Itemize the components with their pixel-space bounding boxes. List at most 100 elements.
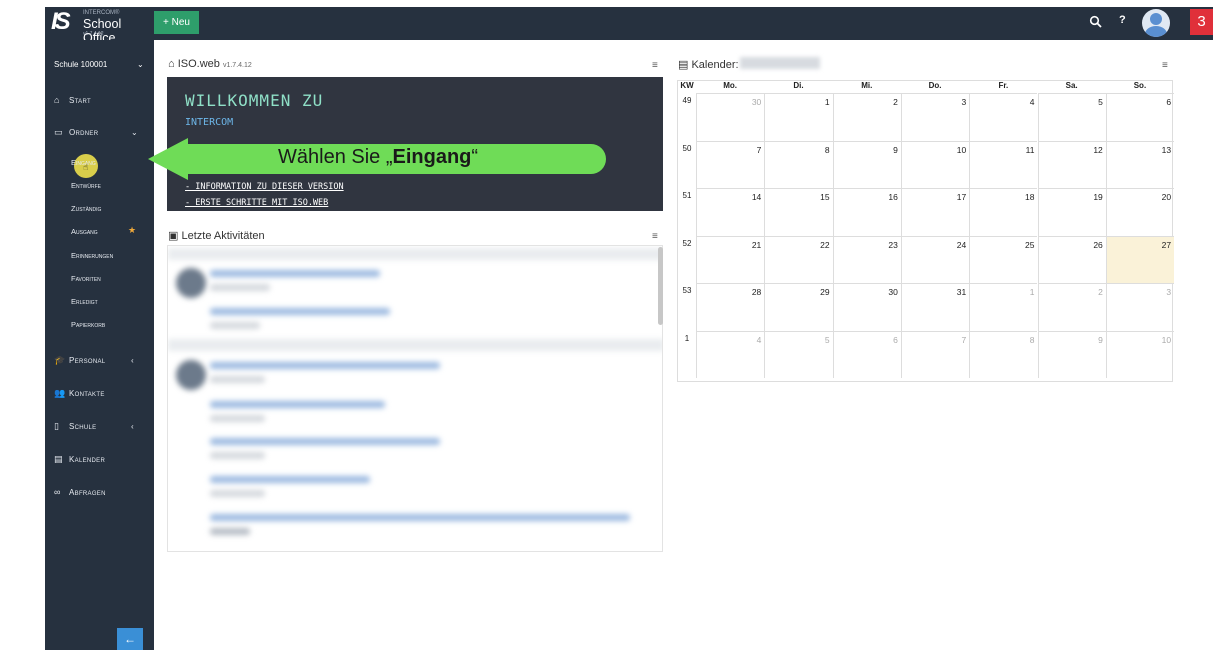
calendar-week-number: 50 [682,143,692,153]
callout-highlight: Eingang [392,146,472,168]
calendar-day-cell[interactable]: 3 [900,93,970,141]
calendar-header-day: So. [1133,81,1147,90]
user-avatar[interactable] [1142,9,1170,37]
calendar-day-cell[interactable]: 30 [832,283,901,331]
calendar-title: Kalender: [691,59,739,71]
link-first-steps[interactable]: - ERSTE SCHRITTE MIT ISO.WEB [185,198,328,208]
link-version-info[interactable]: - INFORMATION ZU DIESER VERSION [185,182,344,192]
calendar-menu-icon[interactable]: ≡ [1162,60,1168,71]
calendar-day-cell[interactable]: 9 [1037,330,1106,378]
calendar-day-cell[interactable]: 5 [1037,93,1106,141]
folder-item-zustaendig[interactable]: Zuständig [71,204,101,213]
calendar-day-cell[interactable]: 3 [1105,283,1175,331]
calendar-day-cell[interactable]: 25 [969,235,1038,283]
calendar-day-cell[interactable]: 11 [969,140,1038,188]
folder-item-erinnerungen[interactable]: Erinnerungen [71,251,113,260]
folder-item-papierkorb[interactable]: Papierkorb [71,320,105,329]
calendar-day-cell[interactable]: 1 [969,283,1038,331]
sidebar-item-label: Abfragen [69,488,106,497]
new-button[interactable]: + Neu [154,11,199,34]
calendar-day-cell[interactable]: 19 [1037,188,1106,236]
calendar-day-cell[interactable]: 9 [832,140,901,188]
list-item-meta [210,415,265,422]
sidebar-collapse-button[interactable]: ← [117,628,143,650]
calendar-day-cell[interactable]: 15 [764,188,833,236]
calendar-day-cell[interactable]: 7 [900,330,970,378]
calendar-day-cell[interactable]: 29 [764,283,833,331]
logo-mark: IS [51,8,71,35]
list-item[interactable] [210,308,390,315]
calendar-day-cell[interactable]: 20 [1105,188,1175,236]
calendar-day-cell[interactable]: 17 [900,188,970,236]
calendar-header-day: Mi. [861,81,873,90]
activities-title: Letzte Aktivitäten [181,230,265,242]
folder-item-entwuerfe[interactable]: Entwürfe [71,181,101,190]
folder-item-ausgang[interactable]: Ausgang ★ [71,225,136,236]
calendar-day-cell[interactable]: 30 [696,93,765,141]
calendar-card-title: ▤ Kalender: [678,58,739,71]
calendar-day-cell[interactable]: 24 [900,235,970,283]
calendar-day-cell[interactable]: 7 [696,140,765,188]
list-item-meta [210,284,270,291]
list-item-meta [210,452,265,459]
calendar-day-cell[interactable]: 8 [764,140,833,188]
chevron-down-icon: ⌄ [137,60,144,69]
calendar-header-day: Fr. [998,81,1009,90]
calendar-day-cell[interactable]: 14 [696,188,765,236]
folder-item-favoriten[interactable]: Favoriten [71,274,101,283]
folder-item-label: Favoriten [71,274,101,283]
isoweb-menu-icon[interactable]: ≡ [652,60,658,71]
calendar-day-cell[interactable]: 2 [832,93,901,141]
folder-open-icon: ▭ [54,127,63,137]
help-icon[interactable]: ? [1119,14,1126,26]
calendar-day-cell[interactable]: 26 [1037,235,1106,283]
callout-suffix: “ [471,146,479,168]
school-selector[interactable]: Schule 100001 ⌄ [54,60,144,69]
calendar-day-cell[interactable]: 8 [969,330,1038,378]
date-separator [168,248,662,260]
list-item[interactable] [210,270,380,277]
notification-badge: 3 [1190,9,1213,35]
list-item-meta [210,322,260,329]
activities-menu-icon[interactable]: ≡ [652,231,658,242]
sidebar-item-label: Schule [69,422,97,431]
calendar-day-cell[interactable]: 16 [832,188,901,236]
pointer-hand-icon: ☝ [83,162,89,172]
calendar-day-cell[interactable]: 27 [1105,235,1175,283]
calendar-day-cell[interactable]: 10 [1105,330,1175,378]
search-icon[interactable] [1089,15,1103,29]
calendar-header-day: Mo. [723,81,738,90]
calendar-day-cell[interactable]: 31 [900,283,970,331]
calendar-week-number: 51 [682,191,692,200]
calendar-day-cell[interactable]: 21 [696,235,765,283]
calendar-day-cell[interactable]: 12 [1037,140,1106,188]
chevron-down-icon: ⌄ [131,128,139,137]
calendar-day-cell[interactable]: 2 [1037,283,1106,331]
sidebar-item-label: Start [69,96,91,105]
activities-scrollbar[interactable] [658,247,663,325]
list-item[interactable] [210,362,440,369]
calendar-day-cell[interactable]: 13 [1105,140,1175,188]
calendar-day-cell[interactable]: 6 [832,330,901,378]
app-logo[interactable]: IS INTERCOM® School Office v1.7.4.12 [51,8,151,45]
list-item[interactable] [210,401,385,408]
calendar-day-cell[interactable]: 28 [696,283,765,331]
list-item[interactable] [210,438,440,445]
calendar-day-cell[interactable]: 18 [969,188,1038,236]
calendar-day-cell[interactable]: 6 [1105,93,1175,141]
list-item[interactable] [210,514,630,521]
calendar-day-cell[interactable]: 22 [764,235,833,283]
arrow-left-icon: ← [124,632,136,646]
calendar-day-cell[interactable]: 10 [900,140,970,188]
calendar-day-cell[interactable]: 1 [764,93,833,141]
calendar-day-cell[interactable]: 4 [696,330,765,378]
folder-item-erledigt[interactable]: Erledigt [71,297,98,306]
list-item[interactable] [210,476,370,483]
calendar-day-cell[interactable]: 23 [832,235,901,283]
star-icon: ★ [128,225,137,235]
calendar-day-cell[interactable]: 5 [764,330,833,378]
callout-text: Wählen Sie „Eingang“ [278,146,478,169]
calendar-week-number: 1 [684,333,690,343]
calendar-day-cell[interactable]: 4 [969,93,1038,141]
list-item-meta [210,490,265,497]
